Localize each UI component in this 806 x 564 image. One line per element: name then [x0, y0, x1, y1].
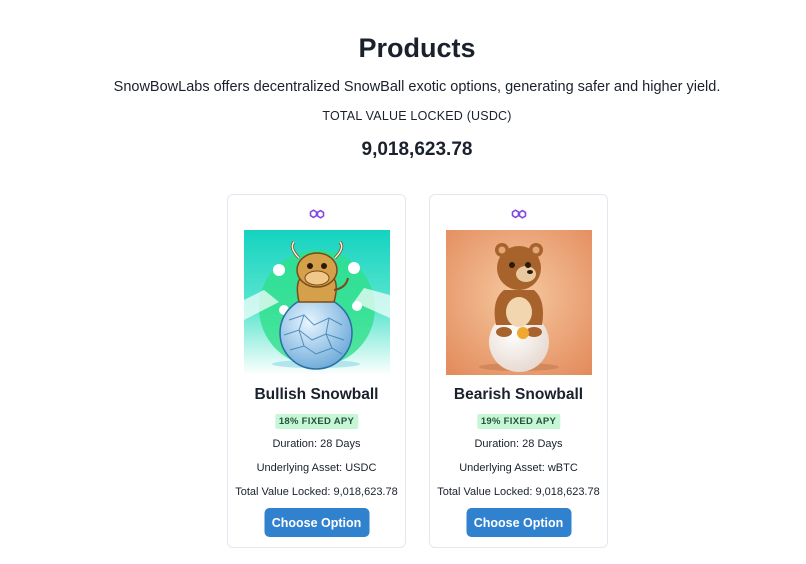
apy-badge: 18% FIXED APY — [274, 414, 359, 429]
product-card-bullish: Bullish Snowball 18% FIXED APY Duration:… — [227, 194, 406, 548]
underlying-asset-text: Underlying Asset: wBTC — [459, 462, 578, 474]
product-card-bearish: Bearish Snowball 19% FIXED APY Duration:… — [429, 194, 608, 548]
choose-option-button[interactable]: Choose Option — [466, 508, 571, 537]
bull-on-snowball-image — [244, 230, 390, 375]
duration-text: Duration: 28 Days — [272, 438, 361, 450]
product-title: Bearish Snowball — [453, 386, 584, 403]
choose-option-button[interactable]: Choose Option — [264, 508, 369, 537]
polygon-icon — [511, 209, 527, 219]
page-title: Products — [358, 33, 476, 63]
tvl-value: 9,018,623.78 — [361, 139, 473, 160]
total-value-locked-text: Total Value Locked: 9,018,623.78 — [235, 486, 398, 498]
duration-text: Duration: 28 Days — [474, 438, 563, 450]
page-subtitle: SnowBowLabs offers decentralized SnowBal… — [113, 79, 721, 95]
total-value-locked-text: Total Value Locked: 9,018,623.78 — [437, 486, 600, 498]
tvl-label: TOTAL VALUE LOCKED (USDC) — [322, 109, 512, 123]
polygon-icon — [309, 209, 325, 219]
bear-on-snowball-image — [446, 230, 592, 375]
product-title: Bullish Snowball — [254, 386, 379, 403]
underlying-asset-text: Underlying Asset: USDC — [256, 462, 377, 474]
apy-badge: 19% FIXED APY — [476, 414, 561, 429]
